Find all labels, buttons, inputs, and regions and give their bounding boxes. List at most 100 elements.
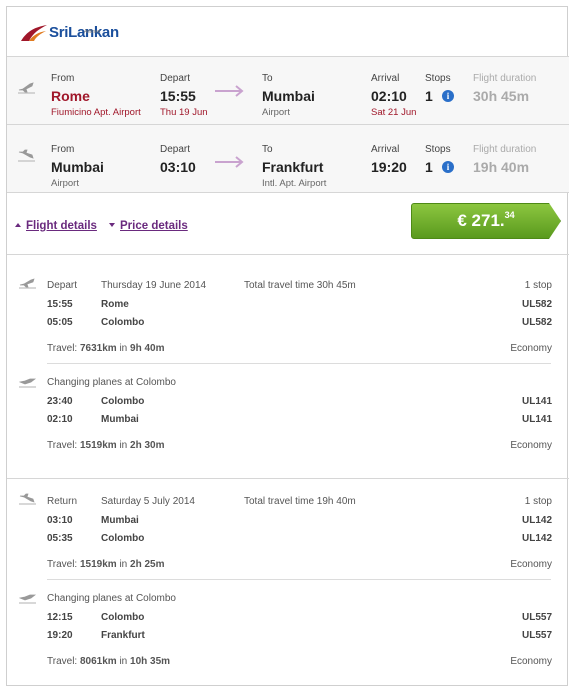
flight-number: UL582: [521, 299, 552, 310]
place: Colombo: [101, 317, 145, 328]
caret-up-icon: [15, 223, 21, 227]
caret-down-icon: [109, 223, 115, 227]
place: Frankfurt: [101, 630, 145, 641]
arrival-time: 19:20: [371, 159, 407, 175]
cabin-class: Economy: [510, 656, 552, 667]
travel-duration: 2h 30m: [130, 440, 165, 451]
price-button[interactable]: € 271. 34: [411, 203, 561, 239]
flight-duration: 19h 40m: [473, 159, 530, 175]
divider: [47, 363, 551, 364]
section-divider: [7, 478, 569, 479]
place: Colombo: [101, 396, 145, 407]
info-icon[interactable]: i: [442, 161, 454, 173]
travel-duration: 10h 35m: [130, 656, 171, 667]
return-plane-icon: [19, 493, 36, 505]
from-airport: Airport: [51, 178, 79, 189]
from-airport: Fiumicino Apt. Airport: [51, 107, 141, 118]
flight-number: UL557: [521, 630, 552, 641]
time: 05:05: [47, 317, 73, 328]
arrival-label: Arrival: [371, 73, 400, 84]
flight-number: UL142: [521, 533, 552, 544]
connection-plane-icon: [19, 594, 37, 604]
total-travel-time: Total travel time 19h 40m: [244, 496, 356, 507]
travel-prefix: Travel:: [47, 343, 80, 354]
travel-distance: 1519km: [79, 440, 117, 451]
to-airport: Airport: [262, 107, 290, 118]
stops-count: 1: [425, 159, 433, 175]
time: 23:40: [47, 396, 73, 407]
cabin-class: Economy: [510, 559, 552, 570]
depart-time: 03:10: [160, 159, 196, 175]
depart-label: Depart: [160, 73, 191, 84]
connection-plane-icon: [19, 378, 37, 388]
duration-label: Flight duration: [473, 144, 537, 155]
duration-label: Flight duration: [473, 73, 537, 84]
total-travel-time: Total travel time 30h 45m: [244, 280, 356, 291]
to-city: Frankfurt: [262, 159, 324, 175]
flight-number: UL582: [521, 317, 552, 328]
place: Rome: [101, 299, 129, 310]
arrow-right-icon: [215, 85, 244, 97]
to-city: Mumbai: [262, 88, 315, 104]
flight-number: UL141: [521, 414, 552, 425]
leg-type: Return: [47, 496, 78, 507]
depart-time: 15:55: [160, 88, 196, 104]
flight-details-link[interactable]: Flight details: [26, 220, 97, 232]
airline-logo: SriLankan: [19, 17, 119, 47]
time: 02:10: [47, 414, 73, 425]
change-planes-note: Changing planes at Colombo: [47, 593, 176, 604]
travel-in: in: [116, 343, 131, 354]
from-label: From: [51, 144, 75, 155]
arrival-date: Sat 21 Jun: [371, 107, 417, 118]
flight-number: UL557: [521, 612, 552, 623]
stops-summary: 1 stop: [524, 280, 552, 291]
price-cents: 34: [504, 210, 515, 220]
travel-prefix: Travel:: [47, 440, 80, 451]
stops-label: Stops: [425, 73, 451, 84]
to-label: To: [262, 73, 273, 84]
price-main: € 271.: [457, 211, 505, 230]
from-city: Mumbai: [51, 159, 104, 175]
travel-info: Travel: 1519km in 2h 30m: [47, 440, 164, 451]
info-icon[interactable]: i: [442, 90, 454, 102]
place: Mumbai: [101, 515, 139, 526]
travel-distance: 8061km: [79, 656, 117, 667]
price-details-link[interactable]: Price details: [120, 220, 188, 232]
place: Mumbai: [101, 414, 139, 425]
from-city: Rome: [51, 88, 90, 104]
travel-distance: 1519km: [79, 559, 117, 570]
travel-duration: 2h 25m: [130, 559, 165, 570]
stops-count: 1: [425, 88, 433, 104]
travel-duration: 9h 40m: [130, 343, 165, 354]
travel-distance: 7631km: [79, 343, 117, 354]
to-airport: Intl. Apt. Airport: [262, 178, 327, 189]
cabin-class: Economy: [510, 343, 552, 354]
takeoff-plane-icon: [18, 82, 35, 94]
takeoff-plane-icon: [19, 278, 36, 289]
leg-type: Depart: [47, 280, 78, 291]
travel-in: in: [116, 559, 131, 570]
landing-plane-icon: [18, 149, 35, 162]
flight-number: UL141: [521, 396, 552, 407]
logo-subtext: Airlines: [84, 29, 101, 35]
travel-info: Travel: 1519km in 2h 25m: [47, 559, 164, 570]
divider: [47, 579, 551, 580]
arrow-right-icon: [215, 156, 244, 168]
segment-outbound: From Rome Fiumicino Apt. Airport Depart …: [7, 56, 569, 126]
segment-return: From Mumbai Airport Depart 03:10 To Fran…: [7, 124, 569, 193]
travel-prefix: Travel:: [47, 559, 80, 570]
depart-label: Depart: [160, 144, 191, 155]
place: Colombo: [101, 533, 145, 544]
flight-card: SriLankan Airlines From Rome Fiumicino A…: [6, 6, 569, 686]
travel-info: Travel: 8061km in 10h 35m: [47, 656, 170, 667]
flight-number: UL142: [521, 515, 552, 526]
arrival-time: 02:10: [371, 88, 407, 104]
from-label: From: [51, 73, 75, 84]
depart-date: Thu 19 Jun: [160, 107, 208, 118]
time: 15:55: [47, 299, 73, 310]
leg-date: Saturday 5 July 2014: [101, 496, 195, 507]
travel-in: in: [116, 440, 131, 451]
leg-date: Thursday 19 June 2014: [101, 280, 207, 291]
time: 03:10: [47, 515, 73, 526]
stops-summary: 1 stop: [524, 496, 552, 507]
